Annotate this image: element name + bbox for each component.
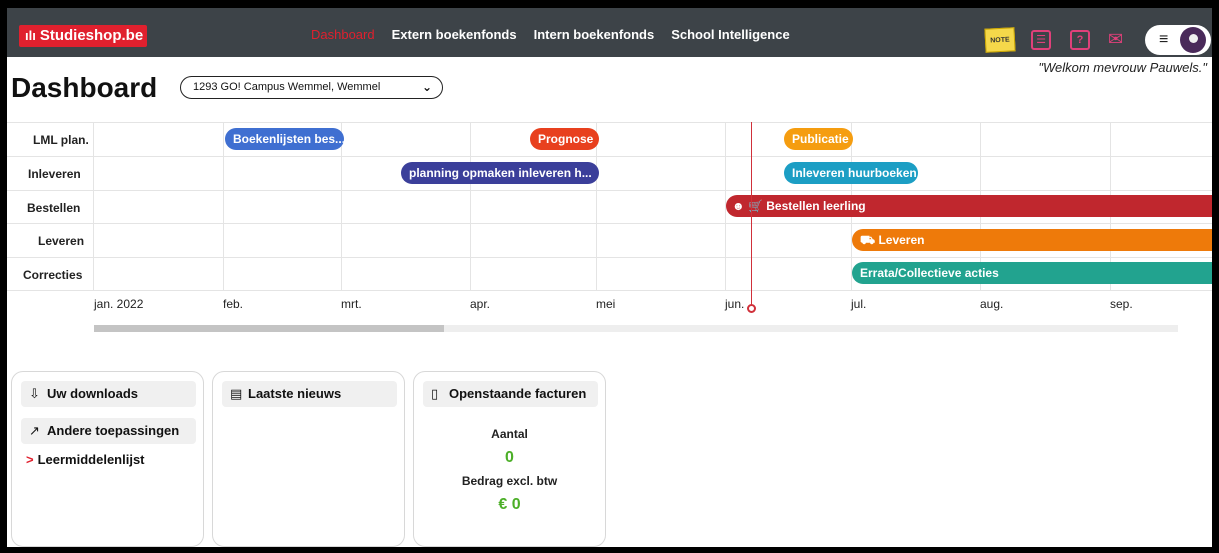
timeline-row-lml: LML plan. <box>7 122 1212 156</box>
month-label: aug. <box>980 297 1004 311</box>
mail-icon[interactable]: ✉ <box>1108 30 1128 50</box>
invoices-title: Openstaande facturen <box>449 386 587 401</box>
today-dot <box>747 304 756 313</box>
menu-extern-boekenfonds[interactable]: Extern boekenfonds <box>392 27 517 42</box>
downloads-title: Uw downloads <box>47 386 138 401</box>
invoices-card: ▯ Openstaande facturen Aantal 0 Bedrag ex… <box>413 371 606 547</box>
link-label: Leermiddelenlijst <box>37 452 145 467</box>
welcome-message: "Welkom mevrouw Pauwels." <box>1038 60 1207 75</box>
chevron-down-icon: ⌄ <box>421 80 432 94</box>
menu-dashboard[interactable]: Dashboard <box>311 27 375 42</box>
user-menu-button[interactable]: ≡ <box>1145 25 1211 55</box>
bar-label: Leveren <box>878 233 925 247</box>
month-label: apr. <box>470 297 491 311</box>
menu-intern-boekenfonds[interactable]: Intern boekenfonds <box>534 27 655 42</box>
month-label: mrt. <box>341 297 362 311</box>
page-title: Dashboard <box>11 72 158 103</box>
invoice-icon: ▯ <box>431 386 439 401</box>
chat-icon[interactable]: ☰ <box>1031 30 1051 50</box>
truck-icon: ⛟ <box>860 233 879 247</box>
bar-label: Bestellen leerling <box>766 199 866 213</box>
hamburger-icon: ≡ <box>1159 31 1169 48</box>
timeline-scrollbar-thumb[interactable] <box>94 325 444 332</box>
bar-publicatie[interactable]: Publicatie <box>784 128 853 150</box>
chevron-right-icon: > <box>26 452 34 467</box>
school-select-value: 1293 GO! Campus Wemmel, Wemmel <box>193 81 381 93</box>
month-label: jul. <box>851 297 867 311</box>
row-label: Correcties <box>23 268 83 282</box>
news-title: Laatste nieuws <box>248 386 342 401</box>
news-card: ▤ Laatste nieuws <box>212 371 405 547</box>
row-label: Bestellen <box>27 201 81 215</box>
amount-label: Bedrag excl. btw <box>461 474 558 488</box>
other-apps-header[interactable]: ↗ Andere toepassingen <box>21 418 196 444</box>
news-header[interactable]: ▤ Laatste nieuws <box>222 381 397 407</box>
other-apps-title: Andere toepassingen <box>47 423 180 438</box>
timeline-row-inleveren: Inleveren <box>7 156 1212 190</box>
external-link-icon: ↗ <box>29 423 40 438</box>
month-label: jun. <box>725 297 745 311</box>
invoices-header[interactable]: ▯ Openstaande facturen <box>423 381 598 407</box>
bar-planning-inleveren[interactable]: planning opmaken inleveren h... <box>401 162 599 184</box>
count-value: 0 <box>505 449 514 466</box>
downloads-card: ⇩ Uw downloads ↗ Andere toepassingen > Leer… <box>11 371 204 547</box>
row-label: Inleveren <box>28 167 81 181</box>
timeline: LML plan. Inleveren Bestellen Leveren Co… <box>7 122 1212 291</box>
school-select[interactable]: 1293 GO! Campus Wemmel, Wemmel ⌄ <box>180 76 443 99</box>
logo-bars-icon: ılı <box>25 28 36 43</box>
month-label: mei <box>596 297 616 311</box>
brand-logo[interactable]: ılı Studieshop.be <box>19 25 147 47</box>
main-menu: Dashboard Extern boekenfonds Intern boek… <box>311 27 807 42</box>
bar-inleveren-huurboeken[interactable]: Inleveren huurboeken <box>784 162 918 184</box>
help-icon[interactable]: ? <box>1070 30 1090 50</box>
month-label: jan. 2022 <box>94 297 144 311</box>
month-label: sep. <box>1110 297 1133 311</box>
row-label: LML plan. <box>33 133 89 147</box>
month-label: feb. <box>223 297 244 311</box>
top-navbar: ılı Studieshop.be Dashboard Extern boeken… <box>7 8 1212 57</box>
bar-boekenlijsten[interactable]: Boekenlijsten bes... <box>225 128 344 150</box>
menu-school-intelligence[interactable]: School Intelligence <box>671 27 789 42</box>
avatar <box>1180 27 1206 53</box>
link-leermiddelenlijst[interactable]: > Leermiddelenlijst <box>26 452 145 467</box>
amount-value: € 0 <box>498 496 521 513</box>
bar-leveren[interactable]: ⛟ Leveren <box>852 229 1212 251</box>
bar-bestellen-leerling[interactable]: ☻ 🛒 Bestellen leerling <box>726 195 1212 217</box>
bar-errata[interactable]: Errata/Collectieve acties <box>852 262 1212 284</box>
cloud-download-icon: ⇩ <box>29 386 40 401</box>
bar-prognose[interactable]: Prognose <box>530 128 599 150</box>
radio-icon: ▤ <box>230 386 243 401</box>
count-label: Aantal <box>491 427 528 441</box>
brand-name: Studieshop.be <box>39 27 144 44</box>
person-icon: ☻ <box>732 199 748 213</box>
row-label: Leveren <box>38 234 85 248</box>
today-marker <box>751 122 752 308</box>
downloads-header[interactable]: ⇩ Uw downloads <box>21 381 196 407</box>
note-icon[interactable]: NOTE <box>984 27 1016 53</box>
